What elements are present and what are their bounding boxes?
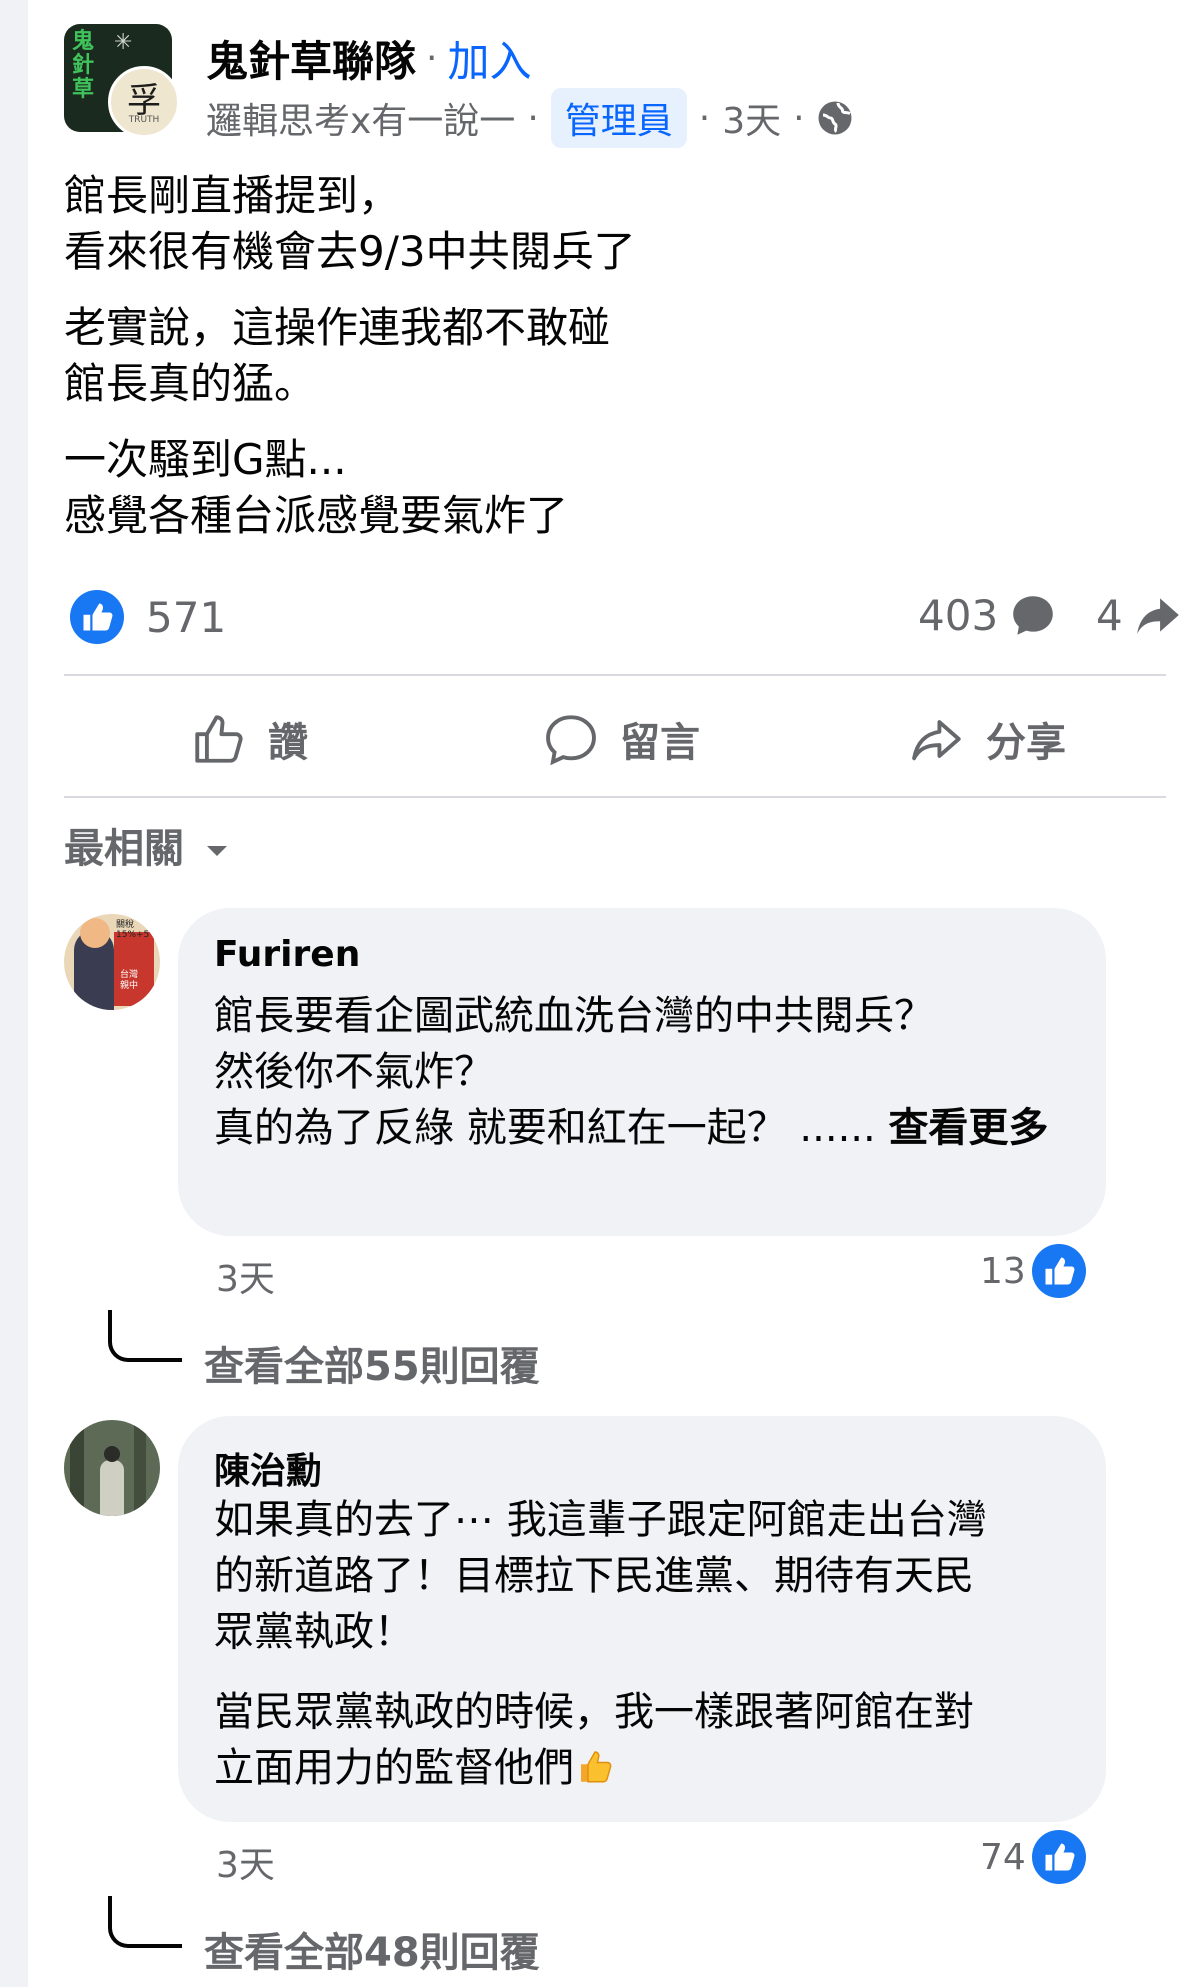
comment-sort-dropdown[interactable]: 最相關	[64, 816, 232, 874]
post-header: 鬼 針 草 ✳ 孚 TRUTH 鬼針草聯隊 · 加入 邏輯思考x有一說一 · 管…	[28, 0, 1202, 150]
comments-count: 403	[918, 590, 999, 640]
post-body: 館長剛直播提到， 看來很有機會去9/3中共閱兵了 老實說，這操作連我都不敢碰 館…	[64, 168, 1164, 564]
share-button[interactable]: 分享	[908, 710, 1066, 768]
comment-likes[interactable]: 74	[980, 1830, 1086, 1884]
thumbs-up-icon	[190, 710, 248, 768]
comments-count-link[interactable]: 403	[918, 590, 1058, 640]
share-label: 分享	[986, 720, 1066, 766]
avatar-caption-line: 關稅	[116, 920, 135, 930]
thumbs-up-emoji-icon	[574, 1745, 616, 1787]
post-meta-row: 邏輯思考x有一說一 · 管理員 · 3天 ·	[206, 88, 853, 148]
comment-icon	[542, 710, 600, 768]
group-avatar-text: 鬼 針 草	[72, 29, 95, 102]
comment-paragraph: 當民眾黨執政的時候，我一樣跟著阿館在對 立面用力的監督他們	[214, 1684, 1084, 1796]
comment-author[interactable]: 陳治勳	[214, 1442, 322, 1494]
comment-body: 館長要看企圖武統血洗台灣的中共閱兵？ 然後你不氣炸？ 真的為了反綠 就要和紅在一…	[214, 993, 934, 1151]
like-button[interactable]: 讚	[190, 710, 308, 768]
group-title-row: 鬼針草聯隊 · 加入	[206, 28, 531, 89]
avatar-head	[104, 1446, 120, 1462]
group-name[interactable]: 鬼針草聯隊	[206, 28, 416, 89]
like-reaction-icon	[70, 590, 124, 644]
comment-button[interactable]: 留言	[542, 710, 700, 768]
like-label: 讚	[268, 720, 308, 766]
separator-dot: ·	[527, 97, 539, 139]
reactions-count: 571	[146, 592, 227, 642]
post-time[interactable]: 3天	[722, 92, 781, 144]
avatar-caption-line: 台灣	[120, 970, 139, 980]
avatar-tree	[134, 1420, 146, 1516]
view-replies-link[interactable]: 查看全部48則回覆	[204, 1920, 540, 1978]
see-more-link[interactable]: 查看更多	[888, 1105, 1048, 1151]
comment-time[interactable]: 3天	[216, 1836, 275, 1888]
commenter-avatar[interactable]: 關稅 15%+5 台灣 親中	[64, 914, 160, 1010]
admin-badge: 管理員	[550, 88, 687, 148]
globe-icon	[817, 100, 853, 136]
comment-time[interactable]: 3天	[216, 1250, 275, 1302]
share-icon	[1133, 590, 1183, 640]
shares-count-link[interactable]: 4	[1096, 590, 1183, 640]
comment-likes-count: 74	[980, 1836, 1026, 1878]
author-avatar[interactable]: 孚 TRUTH	[108, 66, 180, 138]
reactions-summary[interactable]: 571	[70, 590, 226, 644]
divider	[64, 674, 1166, 676]
divider	[64, 796, 1166, 798]
comment-likes-count: 13	[980, 1250, 1026, 1292]
share-icon	[908, 710, 966, 768]
avatar-caption-lower: 台灣 親中	[120, 970, 138, 992]
separator-dot: ·	[426, 38, 438, 79]
avatar-map	[114, 932, 154, 1006]
avatar-caption-line: 親中	[120, 981, 139, 991]
like-reaction-icon	[1031, 1830, 1086, 1884]
post-paragraph: 一次騷到G點... 感覺各種台派感覺要氣炸了	[64, 435, 569, 540]
comment-icon	[1008, 590, 1058, 640]
reply-connector	[108, 1896, 182, 1948]
post-paragraph: 老實說，這操作連我都不敢碰 館長真的猛。	[64, 303, 611, 408]
comment-author[interactable]: Furiren	[214, 934, 360, 975]
reply-connector	[108, 1310, 182, 1362]
view-replies-link[interactable]: 查看全部55則回覆	[204, 1334, 540, 1392]
separator-dot: ·	[698, 97, 711, 139]
author-name[interactable]: 邏輯思考x有一說一	[206, 92, 515, 144]
sparkle-icon: ✳	[114, 30, 133, 55]
avatar-person	[100, 1460, 124, 1516]
post-card: 鬼 針 草 ✳ 孚 TRUTH 鬼針草聯隊 · 加入 邏輯思考x有一說一 · 管…	[28, 0, 1202, 1987]
comment-paragraph: 如果真的去了⋯ 我這輩子跟定阿館走出台灣 的新道路了！目標拉下民進黨、期待有天民…	[214, 1497, 987, 1655]
comment-label: 留言	[620, 720, 700, 766]
separator-dot: ·	[793, 97, 805, 139]
chevron-down-icon	[202, 830, 232, 860]
comment-text: 如果真的去了⋯ 我這輩子跟定阿館走出台灣 的新道路了！目標拉下民進黨、期待有天民…	[214, 1492, 1084, 1804]
avatar-caption-line: 15%+5	[116, 930, 150, 940]
join-button[interactable]: 加入	[447, 28, 531, 89]
comment-bubble: Furiren 館長要看企圖武統血洗台灣的中共閱兵？ 然後你不氣炸？ 真的為了反…	[178, 908, 1106, 1236]
like-reaction-icon	[1031, 1244, 1086, 1298]
comment-text: 館長要看企圖武統血洗台灣的中共閱兵？ 然後你不氣炸？ 真的為了反綠 就要和紅在一…	[214, 988, 1074, 1156]
shares-count: 4	[1096, 590, 1123, 640]
author-avatar-caption: TRUTH	[128, 115, 160, 125]
avatar-face	[80, 918, 110, 948]
post-paragraph: 館長剛直播提到， 看來很有機會去9/3中共閱兵了	[64, 171, 636, 276]
comment-bubble: 陳治勳 如果真的去了⋯ 我這輩子跟定阿館走出台灣 的新道路了！目標拉下民進黨、期…	[178, 1416, 1106, 1822]
commenter-avatar[interactable]	[64, 1420, 160, 1516]
sort-label: 最相關	[64, 826, 184, 872]
avatar-caption: 關稅 15%+5	[116, 920, 149, 940]
comment-likes[interactable]: 13	[980, 1244, 1086, 1298]
avatar-tree	[70, 1420, 84, 1516]
